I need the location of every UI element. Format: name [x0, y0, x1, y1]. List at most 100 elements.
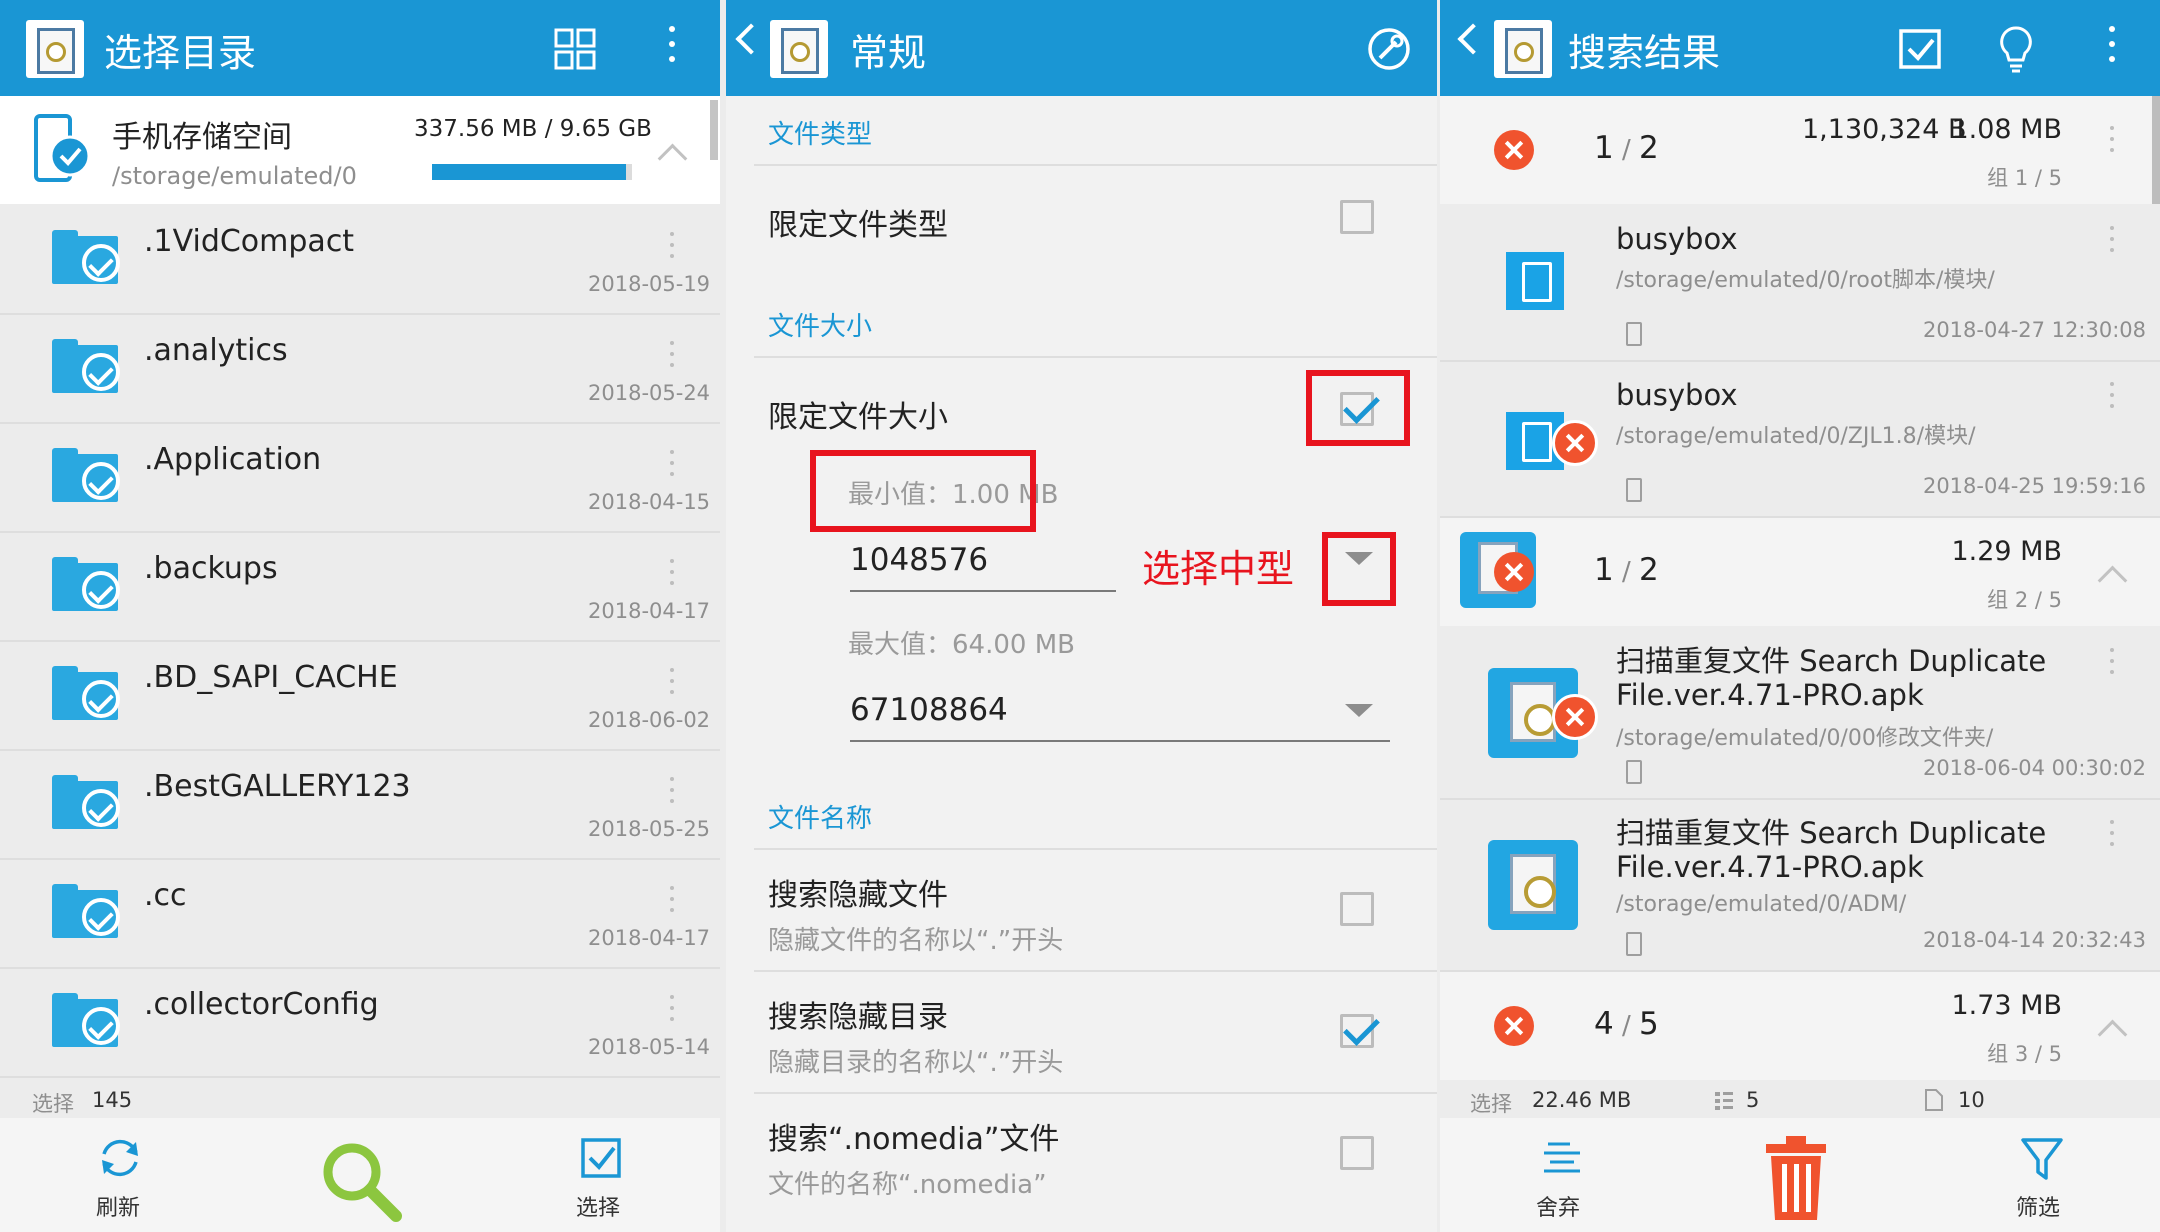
status-size: 22.46 MB	[1532, 1088, 1632, 1112]
storage-name: 手机存储空间	[112, 120, 292, 155]
folder-row[interactable]: .backups 2018-04-17	[0, 533, 720, 640]
status-groups: 5	[1746, 1088, 1760, 1112]
folder-row[interactable]: .Application 2018-04-15	[0, 424, 720, 531]
collapse-chevron-icon[interactable]	[2097, 1019, 2128, 1050]
divider	[754, 356, 1437, 358]
back-icon[interactable]	[1457, 23, 1489, 55]
more-menu-icon[interactable]	[669, 26, 675, 71]
folder-checked-icon	[52, 448, 120, 506]
page-title: 选择目录	[104, 31, 257, 75]
folder-row[interactable]: .analytics 2018-05-24	[0, 315, 720, 422]
file-row[interactable]: busybox /storage/emulated/0/ZJL1.8/模块/ 2…	[1440, 362, 2160, 516]
folder-name: .cc	[144, 878, 187, 913]
device-icon	[1626, 932, 1642, 956]
row-menu-icon[interactable]	[2110, 648, 2114, 681]
folder-row[interactable]: .BD_SAPI_CACHE 2018-06-02	[0, 642, 720, 749]
folder-row[interactable]: .cc 2018-04-17	[0, 860, 720, 967]
storage-header[interactable]: 手机存储空间 /storage/emulated/0 337.56 MB / 9…	[0, 96, 720, 204]
collapse-chevron-icon[interactable]	[657, 143, 688, 174]
file-row[interactable]: busybox /storage/emulated/0/root脚本/模块/ 2…	[1440, 206, 2160, 360]
collapse-chevron-icon[interactable]	[2097, 565, 2128, 596]
search-button[interactable]	[318, 1138, 404, 1224]
hidden-files-sub: 隐藏文件的名称以“.”开头	[768, 926, 1064, 956]
delete-mark-icon[interactable]	[1552, 694, 1598, 740]
file-icon	[1506, 252, 1564, 310]
file-row[interactable]: 扫描重复文件 Search Duplicate File.ver.4.71-PRO…	[1440, 628, 2160, 798]
folder-date: 2018-04-15	[588, 490, 711, 514]
file-name: 扫描重复文件 Search Duplicate File.ver.4.71-PRO…	[1616, 644, 2046, 712]
file-name-header: 文件名称	[768, 804, 873, 834]
file-date: 2018-06-04 00:30:02	[1922, 756, 2146, 780]
row-menu-icon[interactable]	[670, 341, 674, 374]
discard-list-icon	[1544, 1142, 1580, 1173]
row-menu-icon[interactable]	[670, 886, 674, 919]
tips-bulb-icon[interactable]	[1996, 24, 2036, 76]
grid-view-icon[interactable]	[554, 28, 596, 70]
limit-file-type-checkbox[interactable]	[1340, 200, 1374, 234]
file-count-icon	[1925, 1089, 1943, 1111]
top-bar: 选择目录	[0, 0, 720, 96]
row-menu-icon[interactable]	[670, 668, 674, 701]
nomedia-checkbox[interactable]	[1340, 1136, 1374, 1170]
min-size-input[interactable]: 1048576	[850, 542, 988, 578]
refresh-button[interactable]: 刷新	[84, 1134, 156, 1230]
phone-storage-icon	[34, 114, 91, 182]
storage-progress-bar	[432, 164, 632, 180]
hidden-dirs-checkbox[interactable]	[1340, 1014, 1374, 1048]
top-bar: 搜索结果	[1440, 0, 2160, 96]
group-header[interactable]: 4 / 5 1.73 MB 组 3 / 5	[1440, 972, 2160, 1080]
group-total: 5	[1639, 1006, 1659, 1042]
row-menu-icon[interactable]	[670, 777, 674, 810]
filter-button[interactable]: 筛选	[2014, 1136, 2074, 1232]
limit-file-size-label: 限定文件大小	[768, 400, 948, 435]
folder-row[interactable]: .collectorConfig 2018-05-14	[0, 969, 720, 1076]
select-button[interactable]: 选择	[574, 1134, 634, 1230]
discard-label: 舍弃	[1536, 1196, 1581, 1221]
discard-button[interactable]: 舍弃	[1534, 1136, 1594, 1232]
max-size-input[interactable]: 67108864	[850, 692, 1008, 728]
folder-row[interactable]: .BestGALLERY123 2018-05-25	[0, 751, 720, 858]
row-menu-icon[interactable]	[2110, 382, 2114, 415]
delete-mark-icon[interactable]	[1494, 130, 1534, 170]
row-menu-icon[interactable]	[2110, 226, 2114, 259]
folder-row[interactable]: .1VidCompact 2018-05-19	[0, 206, 720, 313]
folder-date: 2018-05-14	[588, 1035, 711, 1059]
delete-mark-icon[interactable]	[1494, 552, 1534, 592]
group-header[interactable]: 1 / 2 1.29 MB 组 2 / 5	[1440, 518, 2160, 626]
settings-tool-icon[interactable]	[1366, 26, 1412, 72]
status-bar: 选择 145	[0, 1082, 720, 1118]
row-menu-icon[interactable]	[670, 995, 674, 1028]
row-menu-icon[interactable]	[2110, 820, 2114, 853]
folder-date: 2018-06-02	[588, 708, 711, 732]
delete-mark-icon[interactable]	[1494, 1006, 1534, 1046]
row-menu-icon[interactable]	[2110, 126, 2114, 159]
folder-name: .Application	[144, 442, 322, 477]
row-menu-icon[interactable]	[670, 450, 674, 483]
group-header[interactable]: 1 / 2 1,130,324 B 1.08 MB 组 1 / 5	[1440, 96, 2160, 204]
max-size-dropdown-icon[interactable]	[1345, 704, 1373, 717]
file-path: /storage/emulated/0/ZJL1.8/模块/	[1616, 424, 1976, 449]
hidden-files-checkbox[interactable]	[1340, 892, 1374, 926]
select-all-icon[interactable]	[1898, 26, 1944, 72]
group-index: 组 3 / 5	[1987, 1042, 2062, 1066]
device-icon	[1626, 322, 1642, 346]
file-row[interactable]: 扫描重复文件 Search Duplicate File.ver.4.71-PRO…	[1440, 800, 2160, 970]
delete-mark-icon[interactable]	[1552, 420, 1598, 466]
folder-date: 2018-05-24	[588, 381, 711, 405]
row-menu-icon[interactable]	[670, 232, 674, 265]
scrollbar[interactable]	[2152, 96, 2160, 204]
row-menu-icon[interactable]	[670, 559, 674, 592]
refresh-icon	[102, 1139, 138, 1177]
more-menu-icon[interactable]	[2109, 26, 2115, 71]
delete-trash-icon[interactable]	[1764, 1134, 1828, 1222]
folder-checked-icon	[52, 557, 120, 615]
back-icon[interactable]	[735, 23, 767, 55]
hidden-dirs-label: 搜索隐藏目录	[768, 1000, 948, 1035]
page-title: 搜索结果	[1568, 31, 1721, 75]
scrollbar[interactable]	[710, 100, 718, 160]
divider	[754, 970, 1437, 972]
top-bar: 常规	[726, 0, 1437, 96]
folder-date: 2018-05-19	[588, 272, 711, 296]
status-label: 选择	[32, 1092, 74, 1116]
filter-label: 筛选	[2016, 1196, 2061, 1221]
